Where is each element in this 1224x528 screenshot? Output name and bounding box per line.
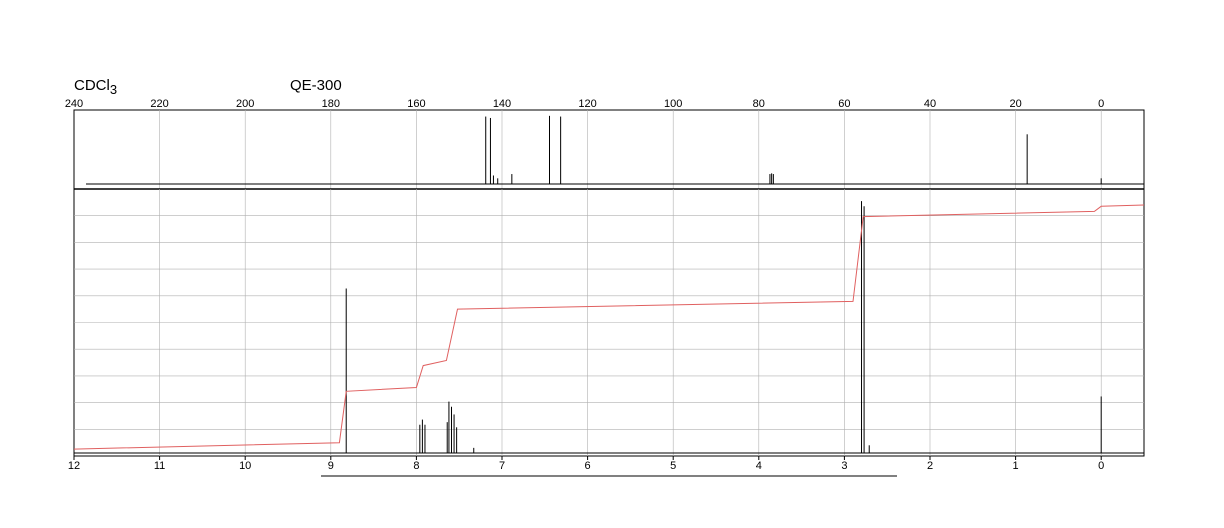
c13-tick-label: 0 (1098, 98, 1104, 110)
h1-tick-label: 4 (756, 460, 762, 472)
h1-tick-label: 0 (1098, 460, 1104, 472)
h1-tick-label: 7 (499, 460, 505, 472)
h1-integral-curve (73, 204, 1145, 450)
c13-tick-label: 20 (1009, 98, 1021, 110)
h1-tick-label: 11 (154, 460, 165, 472)
h1-spectrum-panel: 12 11 10 9 8 7 6 5 4 3 2 1 0 (68, 188, 1145, 472)
c13-tick-label: 200 (236, 98, 254, 110)
h1-tick-label: 8 (413, 460, 419, 472)
nmr-spectra-figure: 240 220 200 180 160 140 120 100 80 60 40 20 0 12 11 10… (65, 98, 1145, 477)
h1-tick-label: 5 (670, 460, 676, 472)
h1-tick-label: 9 (328, 460, 334, 472)
h1-tick-label: 12 (68, 460, 80, 472)
c13-tick-label: 140 (493, 98, 511, 110)
h1-tick-label: 10 (239, 460, 251, 472)
c13-tick-label: 240 (65, 98, 83, 110)
c13-tick-label: 100 (664, 98, 682, 110)
c13-tick-label: 80 (753, 98, 765, 110)
c13-spectrum-panel: 240 220 200 180 160 140 120 100 80 60 40 20 0 (65, 98, 1145, 190)
c13-tick-label: 180 (322, 98, 340, 110)
h1-tick-label: 6 (585, 460, 591, 472)
c13-tick-label: 120 (578, 98, 596, 110)
c13-tick-label: 60 (838, 98, 850, 110)
h1-tick-label: 3 (841, 460, 847, 472)
c13-tick-label: 220 (150, 98, 168, 110)
c13-frame (73, 109, 1145, 190)
c13-tick-label: 40 (924, 98, 936, 110)
h1-tick-label: 2 (927, 460, 933, 472)
h1-tick-label: 1 (1013, 460, 1019, 472)
c13-tick-label: 160 (407, 98, 425, 110)
